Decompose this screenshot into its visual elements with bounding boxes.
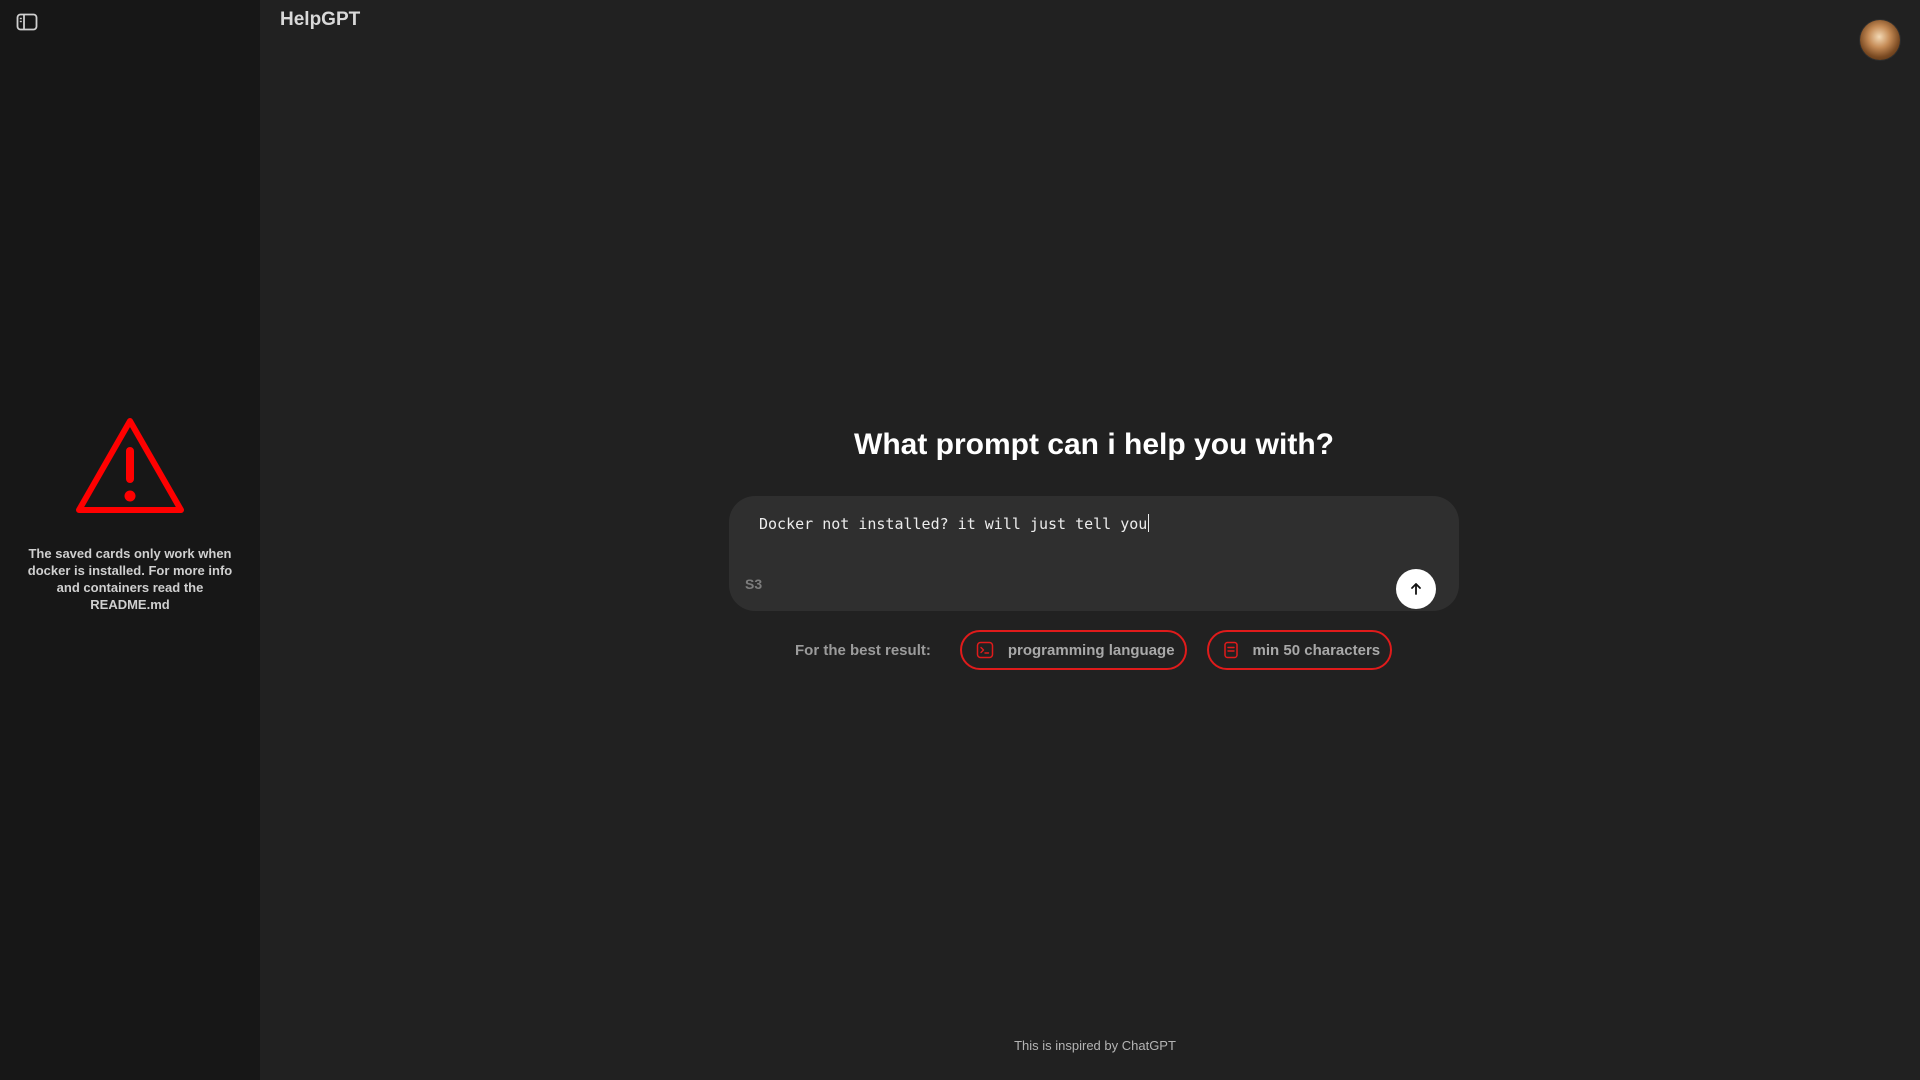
hints-label: For the best result:	[795, 641, 931, 659]
warning-triangle-icon	[76, 418, 184, 513]
terminal-icon	[976, 641, 994, 659]
send-button[interactable]	[1396, 569, 1436, 609]
app-root: The saved cards only work when docker is…	[0, 0, 1920, 1080]
sidebar: The saved cards only work when docker is…	[0, 0, 260, 1080]
warning-message: The saved cards only work when docker is…	[27, 546, 233, 612]
page-headline: What prompt can i help you with?	[854, 428, 1334, 461]
prompt-input[interactable]: Docker not installed? it will just tell …	[759, 514, 1379, 533]
hint-chip-label: min 50 characters	[1252, 641, 1381, 659]
app-title: HelpGPT	[280, 9, 361, 30]
footer-note: This is inspired by ChatGPT	[1014, 1038, 1176, 1053]
prompt-composer: Docker not installed? it will just tell …	[729, 496, 1459, 611]
hint-chip-label: programming language	[1007, 641, 1175, 659]
hint-chip-min-characters[interactable]: min 50 characters	[1206, 630, 1393, 670]
document-icon	[1223, 641, 1238, 659]
user-avatar[interactable]	[1860, 20, 1900, 60]
sidebar-toggle-button[interactable]	[14, 11, 40, 33]
best-result-hints: For the best result: programming languag…	[795, 630, 1412, 670]
model-label: S3	[745, 576, 763, 592]
hint-chip-programming-language[interactable]: programming language	[959, 630, 1187, 670]
arrow-up-icon	[1411, 583, 1421, 595]
sidebar-toggle-icon	[16, 13, 38, 31]
docker-warning: The saved cards only work when docker is…	[0, 415, 260, 613]
prompt-input-value: Docker not installed? it will just tell …	[759, 515, 1148, 533]
text-caret	[1148, 514, 1150, 532]
